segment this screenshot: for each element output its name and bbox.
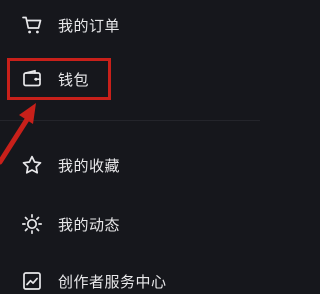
menu-item-label: 我的动态	[58, 215, 121, 234]
star-icon	[21, 154, 43, 176]
menu-item-label: 创作者服务中心	[58, 272, 167, 291]
menu-item-my-activity[interactable]: 我的动态	[0, 202, 260, 246]
menu-item-my-orders[interactable]: 我的订单	[0, 3, 260, 47]
divider	[0, 120, 260, 121]
menu-item-label: 我的收藏	[58, 156, 121, 175]
menu-item-wallet[interactable]: 钱包	[0, 57, 260, 101]
menu-item-creator-center[interactable]: 创作者服务中心	[0, 259, 260, 294]
side-menu: 我的订单 钱包 我的收藏 我的动态 创作者服务中心	[0, 0, 260, 294]
sun-icon	[21, 213, 43, 235]
menu-item-my-favorites[interactable]: 我的收藏	[0, 143, 260, 187]
cart-icon	[21, 14, 43, 36]
menu-item-label: 钱包	[58, 70, 90, 89]
menu-item-label: 我的订单	[58, 16, 121, 35]
trend-chart-icon	[21, 270, 43, 292]
wallet-icon	[21, 68, 43, 90]
